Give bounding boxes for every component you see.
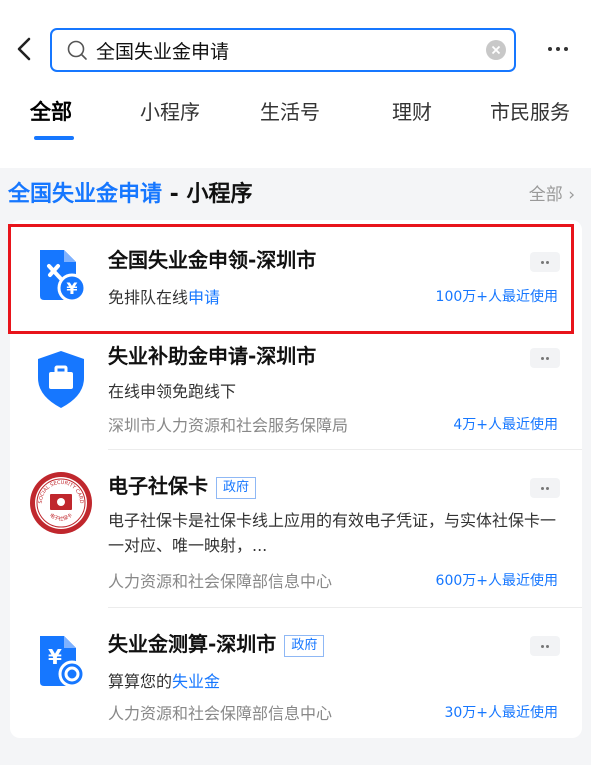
svg-text:¥: ¥ [66,279,77,298]
result-description-text: 免排队在线 [108,288,189,307]
tab-citizen-services[interactable]: 市民服务 [490,96,570,125]
results-card: ¥ 全国失业金申领-深圳市 免排队在线申请 100万+人最近使用 失业补助金申请… [10,220,582,738]
result-description-highlight: 申请 [188,288,221,307]
tab-finance[interactable]: 理财 [392,96,432,125]
top-bar: 全部 小程序 生活号 理财 市民服务 [0,0,591,168]
search-input[interactable] [96,30,466,70]
more-icon[interactable] [540,33,576,63]
result-title: 失业金测算-深圳市 政府 [108,628,325,657]
shield-briefcase-icon [28,346,94,412]
result-title: 电子社保卡 政府 [108,470,257,499]
tab-mini-programs[interactable]: 小程序 [140,96,200,125]
back-icon[interactable] [8,32,42,66]
result-item[interactable]: ¥ 全国失业金申领-深圳市 免排队在线申请 100万+人最近使用 [10,220,582,338]
clear-icon[interactable] [486,40,506,60]
svg-text:¥: ¥ [48,645,62,669]
search-icon [67,40,87,60]
section-header: 全国失业金申请 - 小程序 全部 › [0,168,591,220]
gov-badge: 政府 [216,477,257,499]
result-title: 失业补助金申请-深圳市 [108,344,317,368]
result-more-icon[interactable] [530,478,560,498]
gov-badge: 政府 [284,635,325,657]
result-title-text: 电子社保卡 [108,474,208,498]
result-org: 人力资源和社会保障部信息中心 [108,572,333,591]
document-yuan-icon: ¥ [28,242,94,308]
social-security-seal-icon: SOCIAL SECURITY CARD 电子社保卡 [28,470,94,536]
result-title-text: 失业金测算-深圳市 [108,632,277,656]
result-item[interactable]: 失业补助金申请-深圳市 在线申领免跑线下 深圳市人力资源和社会服务保障局 4万+… [10,338,582,450]
search-box[interactable] [50,28,516,72]
calculator-yuan-icon: ¥ [28,628,94,694]
result-item[interactable]: ¥ 失业金测算-深圳市 政府 算算您的失业金 人力资源和社会保障部信息中心 30万… [10,608,582,736]
tab-all[interactable]: 全部 [30,96,72,126]
section-all-link[interactable]: 全部 › [529,180,575,205]
active-tab-indicator [34,136,74,140]
section-title: 全国失业金申请 - 小程序 [8,176,252,208]
result-usage: 4万+人最近使用 [453,417,558,433]
result-more-icon[interactable] [530,252,560,272]
result-description: 算算您的失业金 [108,668,220,692]
tab-life-accounts[interactable]: 生活号 [260,96,320,125]
result-description: 免排队在线申请 [108,284,220,308]
tab-bar: 全部 小程序 生活号 理财 市民服务 [0,92,591,140]
result-description: 在线申领免跑线下 [108,382,237,401]
result-org: 人力资源和社会保障部信息中心 [108,704,333,723]
result-usage: 100万+人最近使用 [435,289,558,305]
result-description-text: 算算您的 [108,672,173,691]
section-title-query: 全国失业金申请 [8,182,163,207]
result-usage: 30万+人最近使用 [444,705,558,721]
result-description: 电子社保卡是社保卡线上应用的有效电子凭证，与实体社保卡一一对应、唯一映射，... [108,511,557,555]
result-more-icon[interactable] [530,348,560,368]
result-item[interactable]: SOCIAL SECURITY CARD 电子社保卡 电子社保卡 政府 电子社保卡… [10,450,582,608]
result-more-icon[interactable] [530,636,560,656]
result-org: 深圳市人力资源和社会服务保障局 [108,416,349,435]
result-title: 全国失业金申领-深圳市 [108,248,317,272]
result-description-highlight: 失业金 [172,672,221,691]
section-title-suffix: - 小程序 [162,182,253,207]
result-usage: 600万+人最近使用 [435,573,558,589]
